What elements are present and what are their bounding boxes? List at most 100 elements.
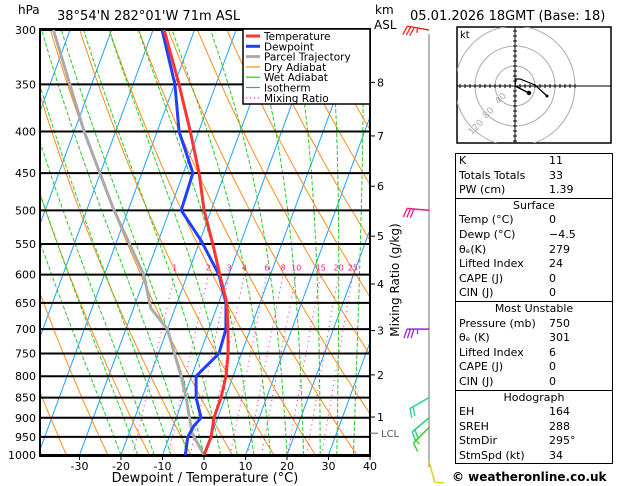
mixing-ratio-label: 4 [242, 264, 247, 273]
hodograph: 4080120kt [456, 26, 612, 144]
panel-row: EH 164 [456, 405, 612, 420]
wind-barb-feather [406, 328, 412, 339]
panel-row-value: 288 [549, 419, 570, 433]
wind-barb-feather [434, 481, 445, 484]
wind-barb-feather [412, 406, 416, 417]
surface-section: Surface Temp (°C) 0 Dewp (°C) −4.5 θₑ(K) 279 L… [456, 197, 612, 301]
panel-row-label: Pressure (mb) [459, 316, 536, 330]
hodograph-title: Hodograph [503, 390, 565, 404]
wind-barb [428, 460, 445, 484]
panel-row: SREH 288 [456, 420, 612, 435]
pressure-tick-label: 550 [15, 238, 36, 251]
surface-title: Surface [513, 198, 555, 212]
panel-row: PW (cm) 1.39 [456, 183, 612, 198]
wind-barbs [402, 25, 445, 484]
storm-motion-arrowhead [526, 90, 532, 96]
wind-barb-feather [410, 328, 415, 339]
location-title: 38°54'N 282°01'W 71m ASL [57, 9, 241, 24]
panel-row-value: −4.5 [549, 227, 576, 241]
pressure-tick-label: 950 [15, 431, 36, 444]
panel-row: Dewp (°C) −4.5 [456, 228, 612, 243]
mixing-ratio-line [247, 274, 284, 456]
panel-row-value: 0 [549, 374, 556, 388]
wind-barb-half-feather [415, 440, 420, 445]
panel-row: StmDir 295° [456, 434, 612, 449]
wind-barb-feather [412, 442, 419, 452]
wind-barb [409, 396, 430, 419]
most-unstable-section: Most Unstable Pressure (mb) 750 θₑ (K) 301 L… [456, 300, 612, 390]
panel-row-value: 295° [549, 434, 576, 448]
panel-row-label: θₑ(K) [459, 242, 487, 256]
panel-row-value: 0 [549, 271, 556, 285]
mixing-ratio-axis-title: Mixing Ratio (g/kg) [388, 223, 402, 336]
pressure-tick-label: 400 [15, 126, 36, 139]
pressure-tick-label: 350 [15, 78, 36, 91]
panel-row: CIN (J) 0 [456, 286, 612, 301]
height-tick-label: 6 [377, 180, 384, 193]
panel-row: Temp (°C) 0 [456, 213, 612, 228]
most-unstable-title: Most Unstable [494, 301, 574, 315]
hodograph-unit-label: kt [460, 30, 470, 41]
wind-barb-shaft [428, 460, 436, 483]
wind-barb [403, 328, 429, 339]
indices-section: K 11 Totals Totals 33 PW (cm) 1.39 [456, 154, 612, 198]
height-tick-label: 3 [377, 325, 384, 338]
panel-row-label: StmDir [459, 434, 498, 448]
panel-row-value: 34 [549, 448, 563, 462]
wind-barb-feather [406, 208, 412, 218]
pressure-unit-label: hPa [18, 3, 40, 17]
panel-row-label: K [459, 154, 467, 167]
panel-row-value: 24 [549, 257, 563, 271]
wind-barb-feather [409, 208, 415, 218]
panel-row-value: 279 [549, 242, 570, 256]
copyright-link[interactable]: © weatheronline.co.uk [452, 470, 607, 484]
mixing-ratio-label: 15 [316, 264, 326, 273]
panel-row: Lifted Index 24 [456, 257, 612, 272]
wind-barb [402, 207, 430, 218]
wind-barb-feather [403, 328, 408, 339]
panel-row: CIN (J) 0 [456, 375, 612, 390]
height-tick-label: 8 [377, 76, 384, 89]
panel-row: θₑ (K) 301 [456, 331, 612, 346]
height-tick-label: 1 [377, 411, 384, 424]
wind-barb-half-feather [416, 27, 419, 34]
pressure-tick-label: 1000 [8, 449, 36, 462]
panel-row-label: θₑ (K) [459, 331, 490, 345]
panel-row-value: 0 [549, 360, 556, 374]
pressure-tick-label: 700 [15, 323, 36, 336]
mixing-ratio-line [306, 274, 340, 456]
panel-row-label: CIN (J) [459, 286, 494, 300]
height-tick-label: 2 [377, 369, 384, 382]
panel-row-label: Totals Totals [459, 168, 526, 182]
panel-row-value: 301 [549, 331, 570, 345]
mixing-ratio-label: 3 [227, 264, 232, 273]
x-tick-label: 30 [322, 460, 336, 473]
height-tick-label: 5 [377, 230, 384, 243]
panel-row-label: CAPE (J) [459, 271, 504, 285]
panel-row-label: StmSpd (kt) [459, 448, 525, 462]
mixing-ratio-label: 25 [348, 264, 358, 273]
panel-row-value: 750 [549, 316, 570, 330]
pressure-tick-label: 850 [15, 392, 36, 405]
mixing-ratio-label: 20 [334, 264, 344, 273]
indices-panel: K 11 Totals Totals 33 PW (cm) 1.39 Surface Te… [455, 153, 613, 465]
lcl-label: LCL [381, 429, 400, 440]
panel-row-value: 164 [549, 405, 570, 419]
mixing-ratio-line [287, 274, 322, 456]
mixing-ratio-label: 8 [281, 264, 286, 273]
legend: TemperatureDewpointParcel TrajectoryDry … [242, 28, 371, 105]
x-tick-label: 40 [363, 460, 377, 473]
wind-barb-feather [414, 429, 419, 439]
wind-barb [402, 25, 430, 37]
panel-row-label: Temp (°C) [459, 213, 514, 227]
panel-row-label: EH [459, 405, 475, 419]
wind-barb-feather [411, 431, 417, 442]
panel-row: CAPE (J) 0 [456, 360, 612, 375]
panel-row: Pressure (mb) 750 [456, 317, 612, 332]
panel-row: CAPE (J) 0 [456, 272, 612, 287]
wind-barb-feather [402, 208, 408, 218]
panel-row-label: Lifted Index [459, 257, 524, 271]
panel-row-label: SREH [459, 419, 489, 433]
panel-row-label: Lifted Index [459, 345, 524, 359]
panel-row-value: 11 [549, 154, 563, 167]
